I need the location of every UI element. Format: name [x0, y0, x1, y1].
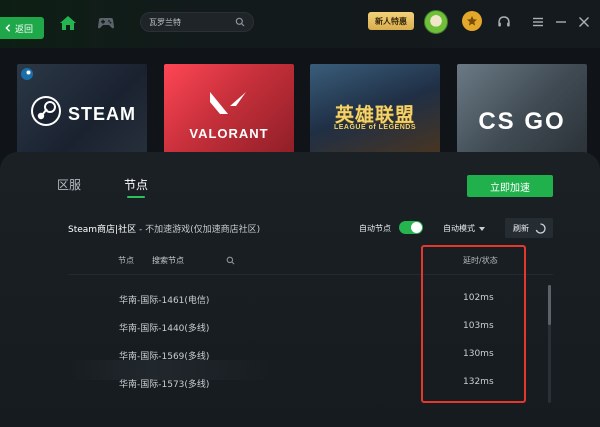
game-search-input[interactable] — [149, 17, 233, 27]
game-card-csgo[interactable]: CS GO — [457, 64, 587, 156]
top-bar: 返回 新人特惠 — [0, 0, 600, 48]
game-card-subtitle: LEAGUE of LEGENDS — [333, 124, 416, 131]
node-latency: 103ms — [463, 321, 494, 331]
game-note: - 不加速游戏(仅加速商店社区) — [136, 225, 261, 235]
vip-star-button[interactable] — [462, 11, 482, 31]
avatar[interactable] — [424, 10, 448, 34]
accelerate-button-label: 立即加速 — [490, 182, 530, 194]
node-row[interactable]: 华南-国际-1440(多线) 103ms — [68, 318, 538, 336]
game-card-steam[interactable]: STEAM — [17, 64, 147, 156]
game-card-lol[interactable]: 英雄联盟 LEAGUE of LEGENDS — [310, 64, 440, 156]
back-button-label: 返回 — [15, 24, 34, 35]
menu-icon[interactable] — [531, 15, 545, 29]
accelerate-button[interactable]: 立即加速 — [467, 175, 553, 197]
node-latency: 102ms — [463, 293, 494, 303]
node-row[interactable]: 华南-国际-1461(电信) 102ms — [68, 290, 538, 308]
column-header-latency: 延时/状态 — [463, 256, 498, 265]
node-name: 华南-国际-1461(电信) — [119, 296, 210, 306]
game-card-title: STEAM — [68, 104, 136, 124]
node-search-input[interactable] — [152, 255, 218, 265]
chevron-left-icon — [5, 24, 11, 32]
game-card-title: 英雄联盟 — [334, 105, 415, 126]
scrollbar-thumb[interactable] — [548, 285, 551, 325]
game-search-box[interactable] — [140, 12, 254, 32]
refresh-button[interactable]: 刷新 — [505, 218, 553, 238]
node-name: 华南-国际-1573(多线) — [119, 380, 210, 390]
steam-mini-icon — [21, 68, 33, 80]
refresh-spinner-icon — [535, 222, 546, 234]
auto-node-label: 自动节点 — [359, 224, 391, 233]
star-icon — [467, 16, 477, 26]
minimize-icon[interactable] — [554, 15, 568, 29]
header-divider — [68, 274, 553, 275]
headset-icon[interactable] — [497, 15, 511, 29]
game-info: Steam商店|社区 - 不加速游戏(仅加速商店社区) — [68, 222, 260, 235]
newbie-offer-label: 新人特惠 — [375, 16, 407, 26]
back-button[interactable]: 返回 — [0, 17, 44, 39]
valorant-logo-icon — [210, 92, 246, 114]
game-card-title: VALORANT — [189, 126, 269, 141]
auto-node-toggle[interactable] — [399, 221, 423, 234]
node-row[interactable]: 华南-国际-1569(多线) 130ms — [68, 346, 538, 364]
node-latency: 130ms — [463, 349, 494, 359]
search-icon[interactable] — [235, 17, 245, 27]
refresh-label: 刷新 — [513, 223, 529, 233]
tab-region[interactable]: 区服 — [57, 176, 81, 193]
node-name: 华南-国际-1440(多线) — [119, 324, 210, 334]
node-name: 华南-国际-1569(多线) — [119, 352, 210, 362]
game-card-title: CS GO — [478, 108, 566, 135]
node-latency: 132ms — [463, 377, 494, 387]
newbie-offer-button[interactable]: 新人特惠 — [368, 12, 414, 30]
column-header-node: 节点 — [118, 256, 134, 265]
mode-select-value: 自动模式 — [443, 224, 475, 233]
node-row[interactable]: 华南-国际-1573(多线) 132ms — [68, 374, 538, 392]
close-icon[interactable] — [577, 15, 591, 29]
game-card-valorant[interactable]: VALORANT — [164, 64, 294, 156]
node-search-box[interactable] — [152, 253, 242, 267]
caret-down-icon — [479, 226, 485, 231]
mode-select[interactable]: 自动模式 — [443, 223, 485, 234]
home-icon[interactable] — [58, 13, 78, 33]
gamepad-icon[interactable] — [96, 13, 116, 33]
search-icon[interactable] — [226, 256, 235, 265]
tab-node[interactable]: 节点 — [124, 176, 148, 193]
game-title: Steam商店|社区 — [68, 225, 137, 235]
active-tab-indicator — [127, 196, 145, 198]
